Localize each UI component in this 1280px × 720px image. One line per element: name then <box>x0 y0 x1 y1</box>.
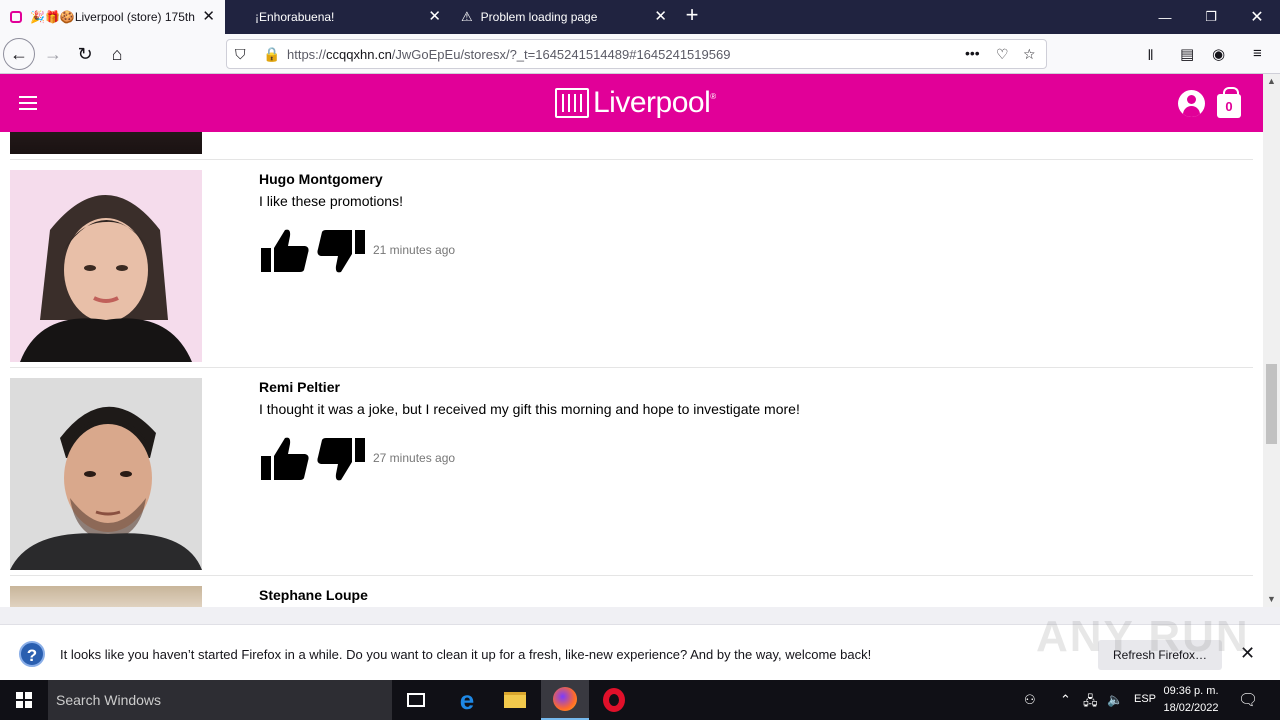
menu-icon[interactable]: ≡ <box>1253 45 1262 62</box>
page-content: Liverpool ® 0 Hugo Montgomery I like the… <box>0 74 1280 607</box>
tab-title: 🎉🎁🍪Liverpool (store) 175th <box>30 10 195 24</box>
tab-close-icon[interactable]: ✕ <box>428 9 441 24</box>
avatar <box>10 170 202 362</box>
pocket-icon[interactable]: ♡ <box>996 46 1009 63</box>
favicon-icon <box>10 11 22 23</box>
tab-liverpool[interactable]: 🎉🎁🍪Liverpool (store) 175th ✕ <box>0 0 225 34</box>
commenter-name: Hugo Montgomery <box>259 171 383 187</box>
people-icon[interactable]: ⚇ <box>1024 692 1036 708</box>
comment-actions: 27 minutes ago <box>259 436 455 482</box>
volume-icon[interactable]: 🔈 <box>1107 692 1123 708</box>
restore-icon[interactable]: ❐ <box>1188 0 1234 34</box>
language-indicator[interactable]: ESP <box>1134 693 1156 705</box>
question-icon: ? <box>19 641 45 667</box>
opera-icon[interactable] <box>590 680 638 720</box>
clock-date: 18/02/2022 <box>1163 702 1219 714</box>
logo-text: Liverpool <box>593 86 711 119</box>
tab-title: ¡Enhorabuena! <box>255 10 335 24</box>
comment-actions: 21 minutes ago <box>259 228 455 274</box>
forward-arrow-icon[interactable]: → <box>37 38 69 70</box>
account-icon[interactable]: ◉ <box>1212 45 1225 63</box>
site-header: Liverpool ® 0 <box>0 74 1263 132</box>
commenter-name: Stephane Loupe <box>259 587 368 603</box>
cart-count: 0 <box>1225 99 1233 114</box>
comment-timestamp: 27 minutes ago <box>373 451 456 465</box>
shield-icon[interactable]: ⛉ <box>235 46 246 63</box>
warning-icon: ⚠ <box>461 9 473 24</box>
task-view-icon[interactable] <box>392 680 440 720</box>
thumbs-down-icon[interactable] <box>315 228 367 274</box>
divider <box>10 367 1253 368</box>
comment-timestamp: 21 minutes ago <box>373 243 456 257</box>
comment-text: I thought it was a joke, but I received … <box>259 401 800 417</box>
thumbs-down-icon[interactable] <box>315 436 367 482</box>
shopping-bag-icon[interactable]: 0 <box>1217 87 1241 118</box>
clock-time: 09:36 p. m. <box>1163 685 1219 697</box>
start-button[interactable] <box>0 680 48 720</box>
notification-text: It looks like you haven’t started Firefo… <box>60 647 872 662</box>
tab-close-icon[interactable]: ✕ <box>202 9 215 24</box>
notification-bar: ? It looks like you haven’t started Fire… <box>0 624 1280 680</box>
thumbs-up-icon[interactable] <box>259 228 311 274</box>
tab-problem-loading[interactable]: ⚠ Problem loading page ✕ <box>451 0 677 34</box>
firefox-icon[interactable] <box>541 680 589 720</box>
window-close-icon[interactable]: ✕ <box>1234 0 1280 34</box>
thumbs-up-icon[interactable] <box>259 436 311 482</box>
url-bar[interactable]: ⛉ 🔒 https://ccqqxhn.cn/JwGoEpEu/storesx/… <box>226 39 1047 69</box>
tray-chevron-icon[interactable]: ⌃ <box>1060 692 1071 708</box>
tab-title: Problem loading page <box>480 10 598 24</box>
clock[interactable]: 09:36 p. m. 18/02/2022 <box>1160 683 1222 717</box>
notification-close-icon[interactable]: ✕ <box>1240 643 1255 664</box>
avatar <box>10 378 202 570</box>
logo-registered: ® <box>710 91 717 101</box>
comment-text: I like these promotions! <box>259 193 403 209</box>
page-actions-icon[interactable]: ••• <box>965 45 980 61</box>
library-icon[interactable]: 𝍪 <box>1148 45 1153 70</box>
scrollbar-thumb[interactable] <box>1266 364 1277 444</box>
back-arrow-icon[interactable]: ← <box>3 38 35 70</box>
taskbar: Search Windows e ⚇ ⌃ 🖧 🔈 ESP 09:36 p. m.… <box>0 680 1280 720</box>
liverpool-logo[interactable]: Liverpool ® <box>555 86 716 120</box>
vertical-scrollbar[interactable]: ▲ ▼ <box>1263 74 1280 607</box>
navigation-toolbar: ← → ↻ ⌂ ⛉ 🔒 https://ccqqxhn.cn/JwGoEpEu/… <box>0 34 1280 74</box>
sidebar-icon[interactable]: ▤ <box>1180 45 1194 63</box>
file-explorer-icon[interactable] <box>491 680 539 720</box>
tab-enhorabuena[interactable]: ¡Enhorabuena! ✕ <box>225 0 451 34</box>
windows-logo-icon <box>16 692 32 708</box>
network-icon[interactable]: 🖧 <box>1083 692 1098 714</box>
minimize-icon[interactable]: — <box>1142 0 1188 34</box>
commenter-name: Remi Peltier <box>259 379 340 395</box>
home-icon[interactable]: ⌂ <box>101 38 133 70</box>
taskbar-search[interactable]: Search Windows <box>48 680 392 720</box>
action-center-icon[interactable]: 🗨 <box>1238 690 1258 710</box>
lock-icon[interactable]: 🔒 <box>263 46 280 63</box>
tab-close-icon[interactable]: ✕ <box>654 9 667 24</box>
tab-strip: 🎉🎁🍪Liverpool (store) 175th ✕ ¡Enhorabuen… <box>0 0 1280 34</box>
logo-mark-icon <box>555 88 589 118</box>
user-account-icon[interactable] <box>1178 90 1205 117</box>
reload-icon[interactable]: ↻ <box>69 38 101 70</box>
url-text[interactable]: https://ccqqxhn.cn/JwGoEpEu/storesx/?_t=… <box>287 47 730 62</box>
avatar <box>10 586 202 607</box>
divider <box>10 575 1253 576</box>
edge-icon[interactable]: e <box>443 680 491 720</box>
hamburger-menu-icon[interactable] <box>19 96 37 110</box>
new-tab-button[interactable]: + <box>680 4 704 28</box>
bookmark-star-icon[interactable]: ☆ <box>1023 46 1036 63</box>
refresh-firefox-button[interactable]: Refresh Firefox… <box>1098 640 1222 670</box>
divider <box>10 159 1253 160</box>
